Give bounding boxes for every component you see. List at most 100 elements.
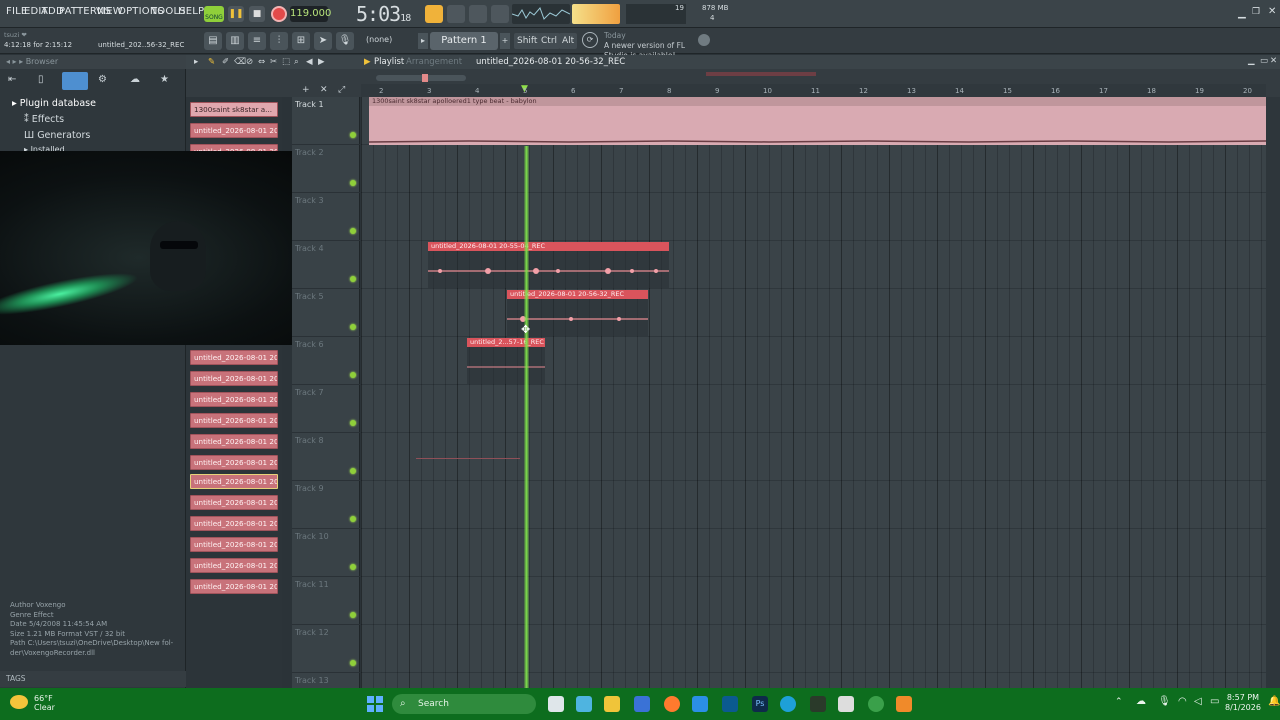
- track-mute-led-icon[interactable]: [350, 228, 356, 234]
- picker-item[interactable]: untitled_2026-08-01 20-...: [190, 392, 278, 407]
- track-header[interactable]: Track 12: [292, 625, 360, 673]
- online-icon[interactable]: [698, 34, 710, 46]
- picker-item[interactable]: untitled_2026-08-01 20-...: [190, 579, 278, 594]
- grid-row[interactable]: [361, 481, 1266, 529]
- restore-icon[interactable]: ❐: [1252, 7, 1260, 17]
- volume-icon[interactable]: ◁: [1194, 696, 1202, 707]
- tree-generators[interactable]: Ш Generators: [24, 130, 90, 141]
- plugin-picker-icon[interactable]: ⊞: [292, 32, 310, 50]
- delete-tool-icon[interactable]: ⌫: [234, 57, 246, 67]
- metronome-icon[interactable]: [447, 5, 465, 23]
- play-icon[interactable]: ▶: [318, 57, 325, 67]
- playlist-menu-icon[interactable]: ▸: [194, 57, 198, 67]
- audio-clip-beat[interactable]: 1300saint sk8star apolloered1 type beat …: [368, 97, 1267, 145]
- paint-icon[interactable]: ✐: [222, 57, 229, 67]
- edge-icon[interactable]: [780, 696, 796, 712]
- song-mode-toggle[interactable]: SONG: [204, 6, 224, 22]
- grid-row[interactable]: [361, 673, 1266, 688]
- pencil-icon[interactable]: ✎: [208, 57, 215, 67]
- mixer-icon[interactable]: ⫶: [270, 32, 288, 50]
- gear-icon[interactable]: ⚙: [98, 74, 107, 85]
- notification-icon[interactable]: 🔔: [1268, 696, 1280, 707]
- pause-icon[interactable]: ❚❚: [228, 6, 244, 22]
- dropbox-icon[interactable]: [692, 696, 708, 712]
- playlist-icon[interactable]: ▤: [204, 32, 222, 50]
- app-icon-2[interactable]: [838, 696, 854, 712]
- mute-tool-icon[interactable]: ⊘: [246, 57, 253, 67]
- grid-row[interactable]: [361, 289, 1266, 337]
- close-icon[interactable]: ✕: [1268, 6, 1276, 17]
- grid-row[interactable]: [361, 385, 1266, 433]
- maximize-playlist-icon[interactable]: ▭: [1260, 56, 1268, 66]
- terminal-icon[interactable]: [722, 696, 738, 712]
- copilot-icon[interactable]: [576, 696, 592, 712]
- track-header[interactable]: Track 5: [292, 289, 360, 337]
- wifi-icon[interactable]: ◠: [1178, 696, 1187, 707]
- stop-icon[interactable]: ■: [249, 6, 265, 22]
- channel-rack-icon[interactable]: ≡: [248, 32, 266, 50]
- track-mute-led-icon[interactable]: [350, 612, 356, 618]
- track-mute-led-icon[interactable]: [350, 420, 356, 426]
- track-mute-led-icon[interactable]: [350, 276, 356, 282]
- app-icon[interactable]: [810, 696, 826, 712]
- track-header[interactable]: Track 6: [292, 337, 360, 385]
- vertical-scrollbar[interactable]: [1266, 97, 1280, 688]
- track-header[interactable]: Track 8: [292, 433, 360, 481]
- track-header[interactable]: Track 11: [292, 577, 360, 625]
- slice-tool-icon[interactable]: ✂: [270, 57, 277, 67]
- track-header[interactable]: Track 4: [292, 241, 360, 289]
- taskbar-search[interactable]: ⌕ Search: [392, 694, 536, 714]
- zoom-handle[interactable]: [422, 74, 428, 82]
- track-mute-led-icon[interactable]: [350, 516, 356, 522]
- arrangement-grid[interactable]: [361, 97, 1266, 688]
- picker-item[interactable]: untitled_2026-08-01 20-...: [190, 455, 278, 470]
- firefox-icon[interactable]: [664, 696, 680, 712]
- minimize-icon[interactable]: ▁: [1238, 8, 1246, 19]
- weather-widget[interactable]: 66°F Clear: [34, 694, 55, 712]
- back-icon[interactable]: ⇤: [8, 74, 16, 85]
- picker-item[interactable]: 1300saint sk8star a...: [190, 102, 278, 117]
- file-explorer-icon[interactable]: [604, 696, 620, 712]
- alt-key[interactable]: Alt: [559, 33, 578, 49]
- pattern-song-icon[interactable]: [425, 5, 443, 23]
- news-icon[interactable]: ⟳: [582, 32, 598, 48]
- fl-studio-icon[interactable]: [896, 696, 912, 712]
- file-icon[interactable]: ▯: [38, 74, 44, 85]
- overview-strip[interactable]: [706, 72, 816, 76]
- grid-row[interactable]: [361, 577, 1266, 625]
- track-mute-led-icon[interactable]: [350, 132, 356, 138]
- store-icon[interactable]: [634, 696, 650, 712]
- track-mute-led-icon[interactable]: [350, 564, 356, 570]
- playhead[interactable]: [524, 146, 529, 688]
- track-header[interactable]: Track 10: [292, 529, 360, 577]
- minimize-playlist-icon[interactable]: ▁: [1248, 56, 1255, 66]
- tempo-display[interactable]: 119.000: [290, 6, 331, 22]
- zoom-tool-icon[interactable]: ⌕: [294, 57, 299, 67]
- grid-row[interactable]: [361, 145, 1266, 193]
- cloud-icon[interactable]: ☁: [130, 74, 140, 85]
- picker-item[interactable]: untitled_2026-08-01 20-...: [190, 495, 278, 510]
- photoshop-icon[interactable]: Ps: [752, 696, 768, 712]
- microphone-icon[interactable]: 🎙: [336, 32, 354, 50]
- speaker-icon[interactable]: ◀: [306, 57, 313, 67]
- add-track-icon[interactable]: +: [302, 85, 310, 95]
- track-mute-led-icon[interactable]: [350, 468, 356, 474]
- track-header[interactable]: Track 9: [292, 481, 360, 529]
- horizontal-zoom-bar[interactable]: [376, 75, 466, 81]
- close-playlist-icon[interactable]: ✕: [1270, 56, 1277, 66]
- tree-plugin-database[interactable]: ▸ Plugin database: [12, 98, 96, 109]
- track-mute-led-icon[interactable]: [350, 324, 356, 330]
- picker-item-selected[interactable]: untitled_2026-08-01 20-...: [190, 474, 278, 489]
- windows-start-icon[interactable]: [366, 695, 384, 713]
- arrow-icon[interactable]: ➤: [314, 32, 332, 50]
- picker-item[interactable]: untitled_2026-08-01 20-...: [190, 350, 278, 365]
- battery-icon[interactable]: ▭: [1210, 696, 1219, 707]
- track-header[interactable]: Track 2: [292, 145, 360, 193]
- menu-help[interactable]: HELP: [178, 6, 204, 17]
- piano-roll-icon[interactable]: ▥: [226, 32, 244, 50]
- tray-chevron-icon[interactable]: ⌃: [1115, 697, 1123, 707]
- grid-row[interactable]: [361, 625, 1266, 673]
- track-mute-led-icon[interactable]: [350, 372, 356, 378]
- track-mute-led-icon[interactable]: [350, 660, 356, 666]
- tags-bar[interactable]: TAGS: [0, 671, 186, 687]
